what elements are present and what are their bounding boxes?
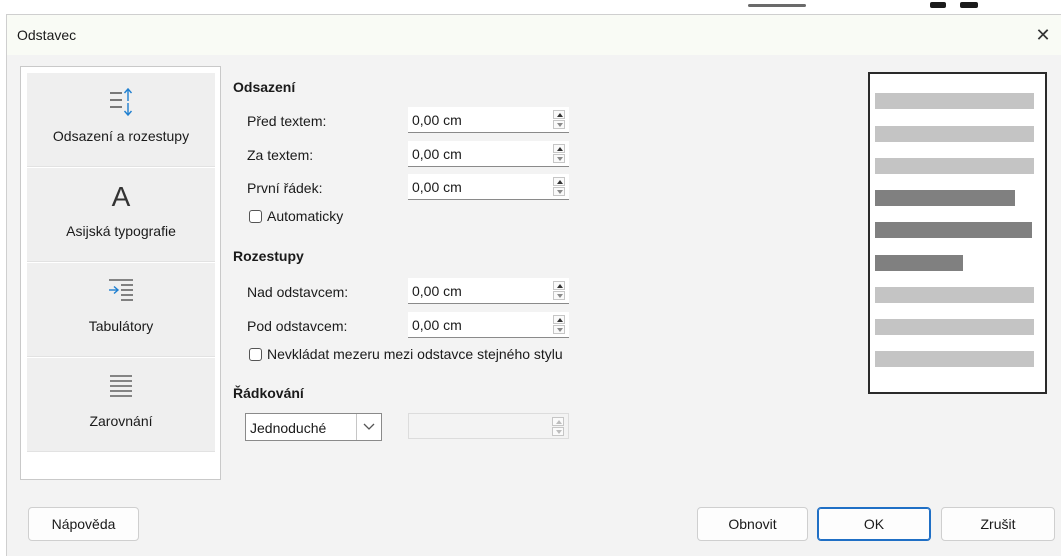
spin-down-icon[interactable] [553,120,565,129]
after-text-value: 0,00 cm [412,146,462,162]
before-text-spinbox[interactable]: 0,00 cm [408,107,569,133]
category-sidebar: Odsazení a rozestupy A Asijská typografi… [20,66,221,480]
checkbox-box[interactable] [249,209,262,223]
paragraph-preview [868,72,1047,394]
spin-up-icon[interactable] [553,110,565,119]
help-button[interactable]: Nápověda [28,507,139,541]
line-spacing-value-spinbox [408,413,569,439]
after-text-spinbox[interactable]: 0,00 cm [408,141,569,167]
below-paragraph-spinbox[interactable]: 0,00 cm [408,312,569,338]
spin-down-icon[interactable] [553,154,565,163]
preview-line-current [875,190,1015,206]
background-artifact [748,4,806,7]
before-text-value: 0,00 cm [412,112,462,128]
sidebar-item-alignment[interactable]: Zarovnání [27,358,215,452]
spin-up-icon [552,417,564,426]
sidebar-item-tabs[interactable]: Tabulátory [27,263,215,357]
line-spacing-selected: Jednoduché [250,420,327,436]
first-line-value: 0,00 cm [412,179,462,195]
spin-down-icon [552,427,564,436]
indent-spacing-icon [27,85,215,119]
preview-line-current [875,222,1032,238]
dialog-title: Odstavec [17,27,77,43]
preview-line [875,158,1034,174]
ok-button[interactable]: OK [817,507,931,541]
checkbox-box[interactable] [249,347,262,361]
no-space-same-style-label: Nevkládat mezeru mezi odstavce stejného … [267,346,563,362]
reset-button[interactable]: Obnovit [697,507,808,541]
spin-down-icon[interactable] [553,325,565,334]
sidebar-item-asian-typography[interactable]: A Asijská typografie [27,168,215,262]
sidebar-item-label: Zarovnání [89,413,153,429]
close-icon[interactable]: ✕ [1029,21,1057,49]
line-spacing-section-title: Řádkování [233,385,304,401]
above-paragraph-value: 0,00 cm [412,283,462,299]
spin-down-icon[interactable] [553,291,565,300]
after-text-label: Za textem: [247,147,314,163]
spacing-section-title: Rozestupy [233,248,304,264]
below-paragraph-label: Pod odstavcem: [247,318,348,334]
below-paragraph-value: 0,00 cm [412,317,462,333]
background-window-strip [0,0,1061,14]
automatic-label: Automaticky [267,208,344,224]
sidebar-item-label: Tabulátory [88,318,154,334]
above-paragraph-label: Nad odstavcem: [247,284,349,300]
preview-line [875,319,1034,335]
preview-line [875,351,1034,367]
title-bar: Odstavec ✕ [7,15,1061,55]
sidebar-item-indent-spacing[interactable]: Odsazení a rozestupy [27,73,215,167]
sidebar-item-label: Odsazení a rozestupy [52,128,190,144]
indent-section-title: Odsazení [233,79,296,95]
spin-up-icon[interactable] [553,177,565,186]
preview-line [875,287,1034,303]
sidebar-item-label: Asijská typografie [66,223,176,239]
spin-up-icon[interactable] [553,315,565,324]
background-artifact [960,2,978,8]
alignment-icon [27,370,215,404]
tabs-icon [27,275,215,309]
background-artifact [930,2,946,8]
preview-line [875,126,1034,142]
spin-up-icon[interactable] [553,144,565,153]
line-spacing-dropdown[interactable]: Jednoduché [245,413,382,441]
no-space-same-style-checkbox[interactable]: Nevkládat mezeru mezi odstavce stejného … [249,346,563,362]
chevron-down-icon[interactable] [356,414,381,440]
preview-line-current [875,255,963,271]
spin-up-icon[interactable] [553,281,565,290]
before-text-label: Před textem: [247,113,327,129]
above-paragraph-spinbox[interactable]: 0,00 cm [408,278,569,304]
paragraph-dialog: Odstavec ✕ Odsazení a rozestupy A Asijsk… [6,14,1061,556]
first-line-spinbox[interactable]: 0,00 cm [408,174,569,200]
preview-line [875,93,1034,109]
asian-typography-icon: A [111,181,131,212]
first-line-label: První řádek: [247,180,323,196]
automatic-checkbox[interactable]: Automaticky [249,208,343,224]
cancel-button[interactable]: Zrušit [941,507,1055,541]
spin-down-icon[interactable] [553,187,565,196]
